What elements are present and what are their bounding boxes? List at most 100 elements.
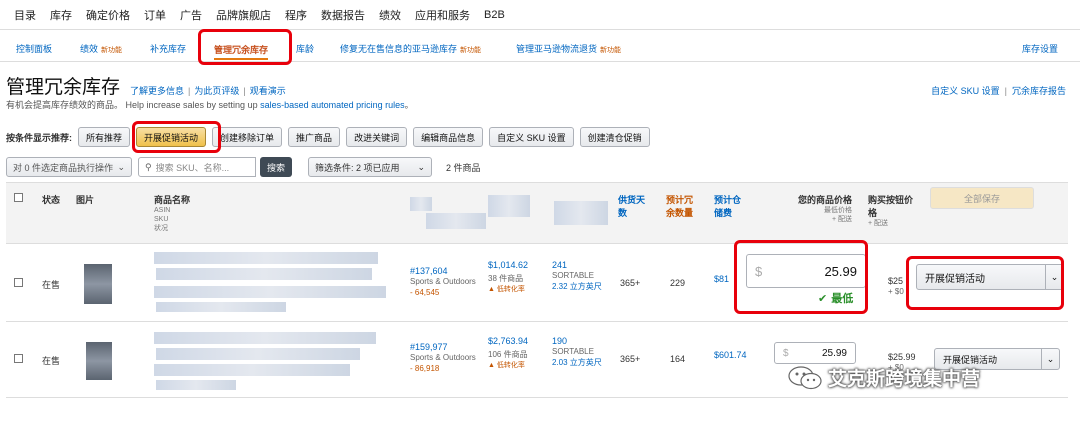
wechat-icon: [788, 365, 822, 389]
header-sub: 最低价格: [824, 207, 853, 214]
header-status[interactable]: 状态: [42, 193, 60, 206]
top-nav-item[interactable]: 数据报告: [321, 7, 365, 23]
storage-fee[interactable]: $81: [714, 274, 729, 284]
new-badge: 新功能: [460, 47, 482, 54]
inventory-value: 241: [552, 260, 568, 270]
price-input[interactable]: $ 25.99: [774, 342, 856, 364]
sales-rank[interactable]: #137,604 Sports & Outdoors - 64,545: [410, 266, 476, 298]
inventory-qty[interactable]: 241 SORTABLE 2.32 立方英尺: [552, 260, 608, 292]
search-placeholder: 搜索 SKU、名称...: [155, 162, 230, 173]
filter-select[interactable]: 筛选条件: 2 项已应用 ⌄: [308, 157, 433, 177]
top-nav-item[interactable]: 程序: [285, 7, 307, 23]
tab-inventory-age[interactable]: 库龄: [296, 42, 314, 55]
header-days-of-supply[interactable]: 供货天数: [618, 193, 650, 219]
bulk-action-select[interactable]: 对 0 件选定商品执行操作 ⌄: [6, 157, 132, 177]
search-input[interactable]: ⚲ 搜索 SKU、名称...: [138, 157, 256, 177]
select-all-checkbox[interactable]: [14, 193, 23, 202]
tab-label: 修复无在售信息的亚马逊库存: [340, 44, 458, 54]
title-links: 了解更多信息 | 为此页评级 | 观看演示: [130, 84, 286, 97]
header-storage-fee[interactable]: 预计仓储费: [714, 193, 748, 219]
rate-page-link[interactable]: 为此页评级: [194, 86, 239, 96]
watermark-text: 艾克斯跨境集中营: [828, 369, 981, 390]
product-image[interactable]: [86, 342, 112, 380]
right-links: 自定义 SKU 设置 | 冗余库存报告: [931, 84, 1066, 97]
currency-symbol: $: [783, 347, 789, 359]
inventory-qty[interactable]: 190 SORTABLE 2.03 立方英尺: [552, 336, 608, 368]
top-nav-item[interactable]: 订单: [144, 7, 166, 23]
desc-text: 有机会提高库存绩效的商品。 Help increase sales by set…: [6, 100, 261, 110]
watermark: 艾克斯跨境集中营: [788, 364, 980, 391]
all-recommendations-button[interactable]: 所有推荐: [78, 127, 131, 147]
header-sub: + 配送: [868, 220, 889, 227]
blurred-product-name: [154, 252, 378, 264]
sales-rank[interactable]: #159,977 Sports & Outdoors - 86,918: [410, 342, 476, 374]
top-nav-item[interactable]: 确定价格: [86, 7, 130, 23]
storage-fee[interactable]: $601.74: [714, 350, 747, 360]
chevron-down-icon[interactable]: ⌄: [1041, 349, 1059, 369]
separator: |: [188, 86, 191, 96]
bulk-action-label: 对 0 件选定商品执行操作: [13, 162, 114, 173]
tab-fix-stranded[interactable]: 修复无在售信息的亚马逊库存 新功能: [340, 42, 481, 55]
rank-category: Sports & Outdoors: [410, 353, 476, 362]
promote-product-button[interactable]: 推广商品: [288, 127, 341, 147]
sales-amount[interactable]: $2,763.94 106 件商品 ▲ 低转化率: [488, 336, 528, 371]
tab-fba-returns[interactable]: 管理亚马逊物流退货 新功能: [516, 42, 621, 55]
save-all-button[interactable]: 全部保存: [930, 187, 1034, 209]
learn-more-link[interactable]: 了解更多信息: [130, 86, 184, 96]
rank-value: #137,604: [410, 266, 448, 276]
tab-label: 管理亚马逊物流退货: [516, 44, 598, 54]
row-checkbox[interactable]: [14, 354, 23, 363]
top-nav-item[interactable]: 应用和服务: [415, 7, 470, 23]
header-sub: SKU: [154, 216, 169, 223]
row-checkbox[interactable]: [14, 278, 23, 287]
header-buybox-label: 购买按钮价格: [868, 195, 914, 218]
create-removal-order-button[interactable]: 创建移除订单: [212, 127, 283, 147]
low-conversion-warning: ▲ 低转化率: [488, 360, 528, 371]
volume-value: 2.32 立方英尺: [552, 282, 602, 291]
warning-icon: ▲: [488, 362, 497, 369]
top-nav-item[interactable]: 品牌旗舰店: [216, 7, 271, 23]
top-nav-item[interactable]: 库存: [50, 7, 72, 23]
blurred-product-name: [154, 364, 350, 376]
blurred-product-name: [156, 268, 372, 280]
top-nav-item[interactable]: 广告: [180, 7, 202, 23]
top-nav-item[interactable]: 目录: [14, 7, 36, 23]
status-value: 在售: [42, 356, 61, 366]
page-description: 有机会提高库存绩效的商品。 Help increase sales by set…: [6, 98, 414, 111]
top-nav-item[interactable]: 绩效: [379, 7, 401, 23]
pricing-rules-link[interactable]: sales-based automated pricing rules: [260, 100, 405, 110]
rank-change: - 64,545: [410, 288, 440, 297]
tab-dashboard[interactable]: 控制面板: [16, 42, 52, 55]
search-button[interactable]: 搜索: [260, 157, 293, 177]
header-estimated-excess[interactable]: 预计冗余数量: [666, 193, 694, 219]
inventory-value: 190: [552, 336, 568, 346]
custom-sku-button[interactable]: 自定义 SKU 设置: [489, 127, 574, 147]
top-nav-item[interactable]: B2B: [484, 9, 505, 21]
header-sub: + 配送: [831, 216, 853, 223]
sales-amount[interactable]: $1,014.62 38 件商品 ▲ 低转化率: [488, 260, 528, 295]
improve-keywords-button[interactable]: 改进关键词: [346, 127, 408, 147]
buybox-shipping: + $0: [888, 287, 904, 296]
tab-label: 补充库存: [150, 44, 187, 54]
excess-report-link[interactable]: 冗余库存报告: [1012, 86, 1066, 96]
tab-label: 库存设置: [1022, 44, 1059, 54]
table-toolbar: 对 0 件选定商品执行操作 ⌄ ⚲ 搜索 SKU、名称... 搜索 筛选条件: 2 …: [6, 156, 481, 178]
tab-performance[interactable]: 绩效 新功能: [80, 42, 122, 55]
tab-inventory-settings[interactable]: 库存设置: [1022, 42, 1058, 55]
top-nav: 目录 库存 确定价格 订单 广告 品牌旗舰店 程序 数据报告 绩效 应用和服务 …: [0, 0, 1080, 30]
product-image[interactable]: [84, 264, 112, 304]
filter-value: 筛选条件: 2 项已应用: [315, 162, 400, 173]
blurred-product-name: [156, 380, 236, 390]
header-product-name[interactable]: 商品名称 ASIN SKU 状况: [154, 193, 190, 233]
edit-listing-button[interactable]: 编辑商品信息: [413, 127, 484, 147]
sortable-label: SORTABLE: [552, 347, 594, 356]
tab-restock[interactable]: 补充库存: [150, 42, 186, 55]
header-buybox-price[interactable]: 购买按钮价格 + 配送: [868, 193, 916, 228]
watch-demo-link[interactable]: 观看演示: [250, 86, 286, 96]
header-your-price[interactable]: 您的商品价格 最低价格 + 配送: [798, 193, 852, 224]
separator: |: [243, 86, 246, 96]
tab-label: 控制面板: [16, 44, 53, 54]
highlight-box: [198, 29, 292, 65]
custom-sku-settings-link[interactable]: 自定义 SKU 设置: [931, 86, 1000, 96]
create-clearance-button[interactable]: 创建清仓促销: [579, 127, 650, 147]
